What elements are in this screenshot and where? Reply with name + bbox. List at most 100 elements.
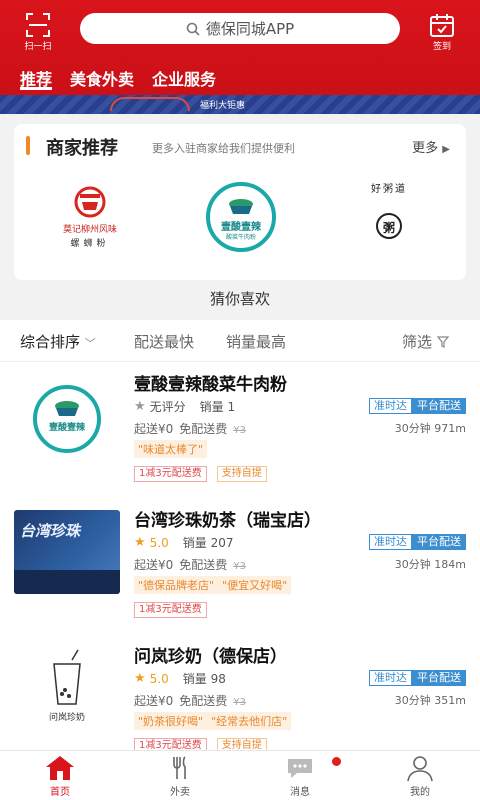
delivery-fee: 免配送费	[179, 422, 228, 436]
shop-card-3[interactable]: 问岚珍奶 问岚珍奶（德保店） ★ 5.0 销量 98 准时达 平台配送 起送¥0…	[0, 634, 480, 752]
nav-messages[interactable]: 消息	[260, 753, 340, 798]
search-icon	[186, 22, 200, 36]
platform-badge: 平台配送	[412, 670, 466, 686]
svg-text:壹酸壹辣: 壹酸壹辣	[49, 421, 86, 433]
discount-tag: 1减3元配送费	[134, 602, 207, 618]
star-icon: ★	[134, 535, 146, 550]
time-distance: 30分钟 351m	[394, 694, 466, 707]
delivery-badges: 准时达 平台配送	[369, 534, 466, 550]
sort-top-sales[interactable]: 销量最高	[226, 331, 286, 352]
shop-3-logo-text: 问岚珍奶	[48, 713, 85, 723]
merchant-logo-3-name: 好粥道	[371, 184, 407, 195]
delivery-badges: 准时达 平台配送	[369, 670, 466, 686]
merchant-logo-3[interactable]: 好粥道 粥	[364, 178, 414, 258]
shop-fees: 起送¥0 免配送费 ¥3	[134, 420, 246, 437]
tab-business-services[interactable]: 企业服务	[152, 66, 216, 90]
shop-fees: 起送¥0 免配送费 ¥3	[134, 692, 246, 709]
shop-card-1[interactable]: 壹酸壹辣 壹酸壹辣酸菜牛肉粉 ★ 无评分 销量 1 准时达 平台配送 起送¥0 …	[0, 362, 480, 492]
tab-recommend[interactable]: 推荐	[20, 66, 53, 90]
shop-rating: ★ 5.0 销量 207	[134, 534, 233, 551]
search-input[interactable]: 德保同城APP	[80, 13, 400, 44]
ontime-badge: 准时达	[369, 670, 412, 686]
filter-button[interactable]: 筛选	[402, 331, 450, 352]
shop-sales: 销量 207	[182, 536, 234, 550]
noodle-circle-logo	[206, 182, 276, 252]
shop-sales: 销量 98	[182, 672, 226, 686]
funnel-icon	[436, 336, 450, 348]
home-icon	[46, 756, 74, 780]
shop-name: 壹酸壹辣酸菜牛肉粉	[134, 375, 287, 395]
discount-tag: 1减3元配送费	[134, 466, 207, 482]
star-icon: ★	[134, 671, 146, 686]
more-button[interactable]: 更多 ▶	[412, 137, 450, 156]
shop-3-logo: 问岚珍奶	[14, 646, 120, 730]
merchant-recommend-card: 商家推荐 更多入驻商家给我们提供便利 更多 ▶ 莫记柳州风味 螺蛳粉 壹酸壹辣 …	[14, 124, 466, 280]
delivery-fee: 免配送费	[179, 694, 228, 708]
merchant-title: 商家推荐	[46, 138, 118, 159]
scan-icon	[26, 13, 50, 37]
ontime-badge: 准时达	[369, 534, 412, 550]
filter-label: 筛选	[402, 333, 433, 351]
top-tabs: 推荐 美食外卖 企业服务	[20, 66, 216, 90]
promo-tags: 1减3元配送费	[134, 602, 207, 618]
nav-home[interactable]: 首页	[20, 753, 100, 798]
merchant-logo-2-name: 壹酸壹辣	[221, 222, 261, 233]
sign-in-button[interactable]: 签到	[420, 12, 464, 56]
cutlery-icon	[173, 756, 186, 779]
review-quote: "奶茶很好喝"	[134, 712, 208, 730]
shop-list: 壹酸壹辣 壹酸壹辣酸菜牛肉粉 ★ 无评分 销量 1 准时达 平台配送 起送¥0 …	[0, 362, 480, 752]
nav-home-label: 首页	[50, 787, 70, 798]
original-fee: ¥3	[233, 561, 247, 572]
shop-1-logo: 壹酸壹辣	[33, 385, 101, 453]
original-fee: ¥3	[233, 697, 247, 708]
shop-card-2[interactable]: 台湾珍珠 台湾珍珠奶茶（瑞宝店） ★ 5.0 销量 207 准时达 平台配送 起…	[0, 498, 480, 628]
min-order: 起送¥0	[134, 694, 174, 708]
merchant-logo-1-name: 莫记柳州风味	[62, 225, 117, 235]
play-arrow-icon: ▶	[442, 144, 450, 155]
shop-score: 5.0	[149, 535, 169, 550]
sort-fastest-delivery[interactable]: 配送最快	[134, 331, 194, 352]
sort-comprehensive-label: 综合排序	[20, 333, 81, 351]
shop-name: 台湾珍珠奶茶（瑞宝店）	[134, 511, 321, 531]
nav-takeout-label: 外卖	[170, 787, 190, 798]
time-distance: 30分钟 971m	[394, 422, 466, 435]
platform-badge: 平台配送	[412, 398, 466, 414]
search-placeholder: 德保同城APP	[205, 20, 295, 38]
title-accent	[26, 136, 30, 155]
nav-messages-label: 消息	[290, 787, 310, 798]
merchant-logo-1-sub: 螺蛳粉	[70, 239, 110, 249]
shop-rating: ★ 无评分 销量 1	[134, 398, 235, 415]
calendar-icon	[430, 14, 454, 37]
promo-tags: 1减3元配送费 支持自提	[134, 466, 267, 482]
review-quotes: "味道太棒了"	[134, 440, 208, 458]
tab-food-delivery[interactable]: 美食外卖	[70, 66, 134, 90]
review-quote: "便宜又好喝"	[218, 576, 292, 594]
review-quote: "经常去他们店"	[207, 712, 292, 730]
delivery-fee: 免配送费	[179, 558, 228, 572]
shop-name: 问岚珍奶（德保店）	[134, 647, 287, 667]
min-order: 起送¥0	[134, 558, 174, 572]
merchant-logo-2[interactable]: 壹酸壹辣 酸菜牛肉粉	[196, 182, 286, 252]
sort-comprehensive[interactable]: 综合排序 ﹀	[20, 331, 96, 352]
review-quote: "味道太棒了"	[134, 440, 208, 458]
time-distance: 30分钟 184m	[394, 558, 466, 571]
original-fee: ¥3	[233, 425, 247, 436]
chevron-down-icon: ﹀	[84, 337, 96, 350]
scan-button[interactable]: 扫一扫	[16, 12, 60, 56]
guess-you-like-title: 猜你喜欢	[209, 290, 270, 308]
merchant-logo-1[interactable]: 莫记柳州风味 螺蛳粉	[42, 180, 138, 252]
nav-profile[interactable]: 我的	[380, 753, 460, 798]
user-icon	[407, 756, 433, 782]
merchant-subtitle: 更多入驻商家给我们提供便利	[152, 142, 295, 155]
more-label: 更多	[412, 141, 439, 156]
shop-score: 5.0	[149, 671, 169, 686]
ontime-badge: 准时达	[369, 398, 412, 414]
bottom-nav: 首页 外卖 消息 我的	[0, 750, 480, 800]
notification-dot	[332, 757, 341, 766]
nav-takeout[interactable]: 外卖	[140, 753, 220, 798]
nav-profile-label: 我的	[410, 787, 430, 798]
shop-2-sign-text: 台湾珍珠	[20, 522, 81, 540]
scan-label: 扫一扫	[24, 42, 52, 52]
sort-bar: 综合排序 ﹀ 配送最快 销量最高 筛选	[0, 320, 480, 362]
sign-label: 签到	[432, 42, 451, 52]
